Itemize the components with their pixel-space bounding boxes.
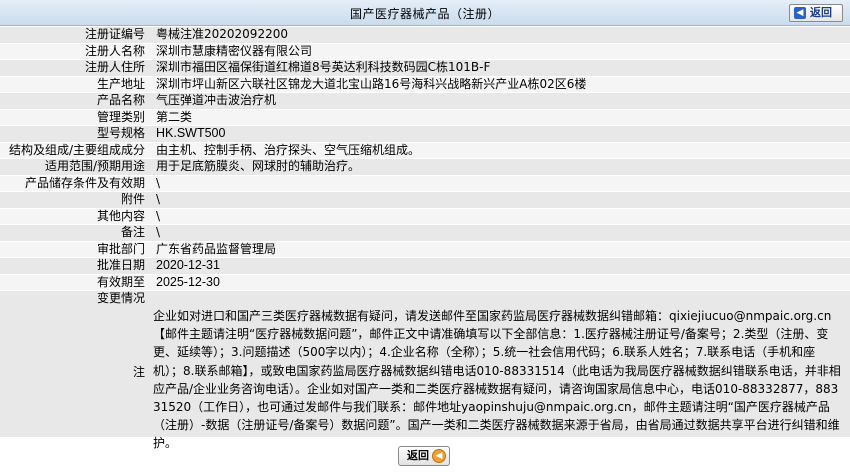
row-label: 注册人住所 xyxy=(84,60,145,74)
row-value: \ xyxy=(156,175,161,190)
back-arrow-icon: ◀ xyxy=(794,7,806,19)
row-label: 结构及组成/主要组成成分 xyxy=(8,142,145,157)
back-button-bottom[interactable]: 返回 ◀ xyxy=(398,446,450,466)
table-row: 注册人住所 深圳市福田区福保街道红棉道8号英达利科技数码园C栋101B-F xyxy=(0,60,850,77)
page-title: 国产医疗器械产品（注册） xyxy=(349,7,500,21)
row-label: 注册证编号 xyxy=(84,27,145,41)
row-value: 2020-12-31 xyxy=(156,258,220,272)
row-label: 审批部门 xyxy=(96,241,145,256)
page-header: 国产医疗器械产品（注册） ◀ 返回 xyxy=(0,0,850,26)
table-row: 有效期至 2025-12-30 xyxy=(0,274,850,291)
row-value: 第二类 xyxy=(156,109,193,124)
row-value: \ xyxy=(156,225,161,239)
detail-table: 注册证编号 粤械注准20202092200 注册人名称 深圳市慧康精密仪器有限公司 注册… xyxy=(0,27,850,308)
table-row: 产品名称 气压弹道冲击波治疗机 xyxy=(0,93,850,110)
row-value: 由主机、控制手柄、治疗探头、空气压缩机组成。 xyxy=(156,142,421,157)
row-value: \ xyxy=(156,208,161,223)
note-label: 注 xyxy=(132,365,145,379)
row-label: 注册人名称 xyxy=(84,43,145,58)
row-value: HK.SWT500 xyxy=(156,126,226,140)
row-value: 2025-12-30 xyxy=(156,274,220,289)
back-button-bottom-label: 返回 xyxy=(407,449,429,462)
row-value: 广东省药品监督管理局 xyxy=(156,241,277,256)
row-label: 生产地址 xyxy=(96,76,145,91)
back-button-top[interactable]: ◀ 返回 xyxy=(789,4,843,22)
table-row: 注册人名称 深圳市慧康精密仪器有限公司 xyxy=(0,43,850,60)
table-row: 注册证编号 粤械注准20202092200 xyxy=(0,27,850,44)
row-label: 批准日期 xyxy=(96,258,145,272)
table-row: 附件 \ xyxy=(0,192,850,209)
row-label: 备注 xyxy=(120,225,145,239)
row-label: 有效期至 xyxy=(96,274,145,289)
table-row: 结构及组成/主要组成成分 由主机、控制手柄、治疗探头、空气压缩机组成。 xyxy=(0,142,850,159)
table-row: 其他内容 \ xyxy=(0,208,850,225)
row-value: 用于足底筋膜炎、网球肘的辅助治疗。 xyxy=(156,159,361,173)
row-value: 粤械注准20202092200 xyxy=(156,27,288,41)
note-text: 企业如对进口和国产三类医疗器械数据有疑问，请发送邮件至国家药监局医疗器械数据纠错… xyxy=(153,309,841,451)
row-value: 深圳市坪山新区六联社区锦龙大道北宝山路16号海科兴战略新兴产业A栋02区6楼 xyxy=(156,76,587,91)
row-label: 适用范围/预期用途 xyxy=(44,159,145,173)
row-label: 管理类别 xyxy=(96,109,145,124)
row-label: 型号规格 xyxy=(96,126,145,140)
table-row: 生产地址 深圳市坪山新区六联社区锦龙大道北宝山路16号海科兴战略新兴产业A栋02区… xyxy=(0,76,850,93)
table-row: 批准日期 2020-12-31 xyxy=(0,258,850,275)
row-value: 气压弹道冲击波治疗机 xyxy=(156,93,277,107)
note-row: 注 企业如对进口和国产三类医疗器械数据有疑问，请发送邮件至国家药监局医疗器械数据… xyxy=(0,305,850,450)
row-label: 其他内容 xyxy=(96,208,145,223)
row-value: 深圳市福田区福保街道红棉道8号英达利科技数码园C栋101B-F xyxy=(156,60,491,74)
row-label: 产品储存条件及有效期 xyxy=(24,175,145,190)
row-label: 附件 xyxy=(120,192,145,206)
table-row: 审批部门 广东省药品监督管理局 xyxy=(0,241,850,258)
row-value: \ xyxy=(156,192,161,206)
table-row: 备注 \ xyxy=(0,225,850,242)
row-label: 产品名称 xyxy=(96,93,145,107)
table-row: 型号规格 HK.SWT500 xyxy=(0,126,850,143)
table-row: 产品储存条件及有效期 \ xyxy=(0,175,850,192)
row-value: 深圳市慧康精密仪器有限公司 xyxy=(156,43,313,58)
table-row: 管理类别 第二类 xyxy=(0,109,850,126)
table-row: 适用范围/预期用途 用于足底筋膜炎、网球肘的辅助治疗。 xyxy=(0,159,850,176)
back-circle-icon: ◀ xyxy=(432,449,446,463)
back-button-top-label: 返回 xyxy=(810,6,832,19)
